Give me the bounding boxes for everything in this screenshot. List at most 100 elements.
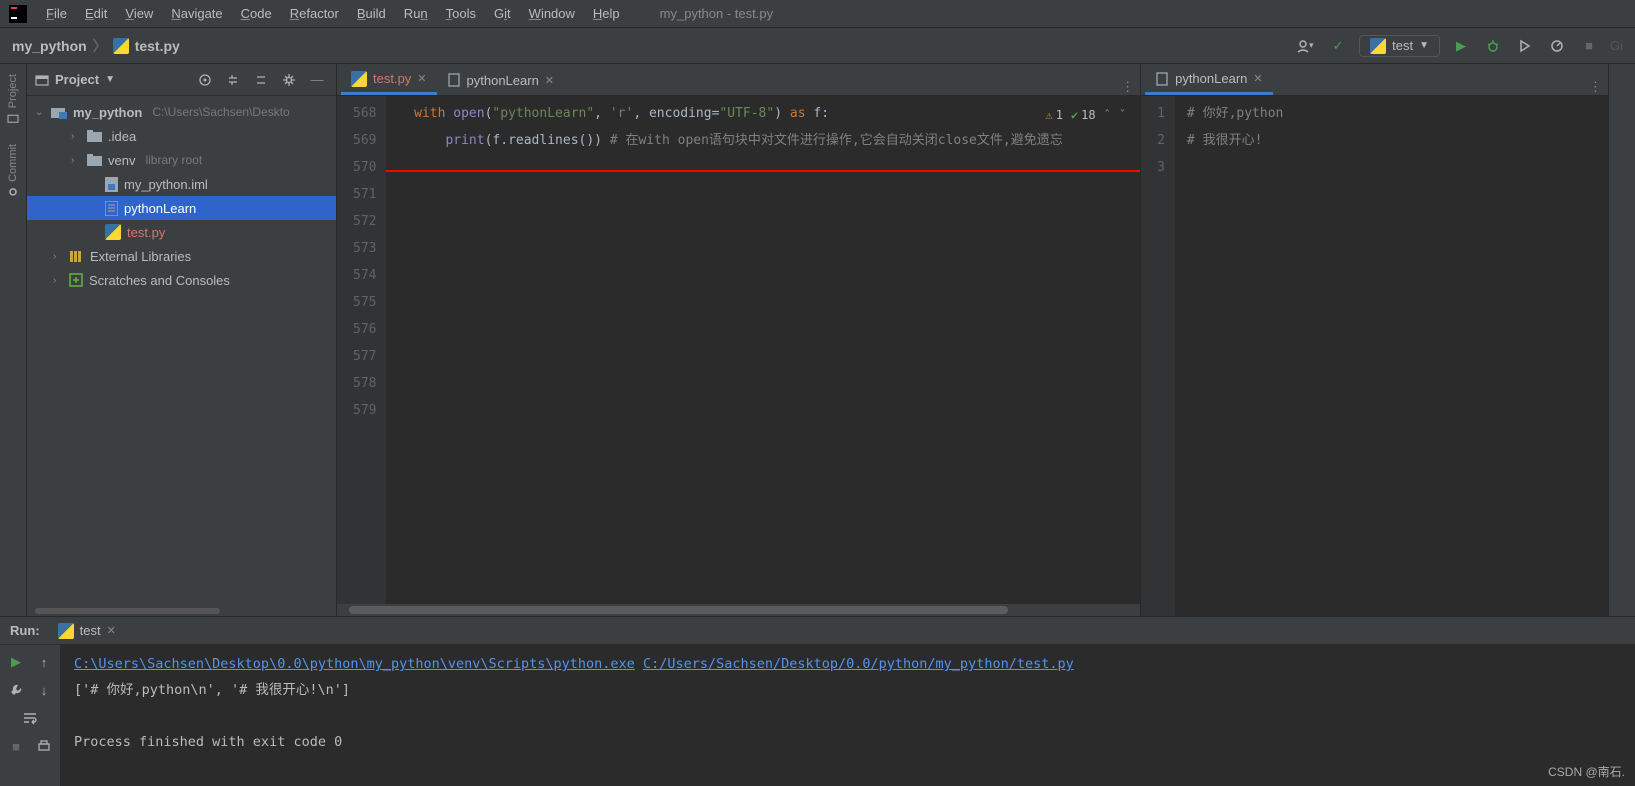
menu-code[interactable]: Code	[233, 2, 280, 25]
navigation-bar: my_python 〉 test.py ▾ ✓ test ▼ ▶ ■ Gi	[0, 28, 1635, 64]
ok-count: 18	[1081, 102, 1095, 129]
code-editor-left[interactable]: with open("pythonLearn", 'r', encoding="…	[386, 96, 1140, 604]
chevron-up-icon[interactable]: ˆ	[1104, 102, 1111, 129]
python-file-icon	[1370, 38, 1386, 54]
hide-panel-icon[interactable]: —	[306, 69, 328, 91]
run-tool-window: Run: test ✕ ▶ ↑ ↓ ■ C:\Users\	[0, 616, 1635, 786]
tree-root[interactable]: ⌄ my_python C:\Users\Sachsen\Deskto	[27, 100, 336, 124]
debug-button[interactable]	[1482, 35, 1504, 57]
code-editor-right[interactable]: # 你好,python # 我很开心!	[1175, 96, 1608, 616]
breadcrumb-file[interactable]: test.py	[135, 38, 180, 54]
user-add-icon[interactable]: ▾	[1295, 35, 1317, 57]
project-icon	[35, 73, 49, 87]
chevron-right-icon: 〉	[93, 36, 107, 56]
console-exit-line: Process finished with exit code 0	[74, 729, 1621, 755]
tree-item[interactable]: ›External Libraries	[27, 244, 336, 268]
chevron-down-icon: ▼	[105, 74, 115, 85]
menu-help[interactable]: Help	[585, 2, 628, 25]
close-icon[interactable]: ✕	[107, 624, 116, 637]
horizontal-scrollbar[interactable]	[337, 604, 1140, 616]
tab-label: test.py	[373, 71, 411, 86]
run-header: Run: test ✕	[0, 617, 1635, 645]
tab-pythonlearn-right[interactable]: pythonLearn ✕	[1145, 65, 1273, 95]
module-folder-icon	[51, 105, 67, 119]
gear-icon[interactable]	[278, 69, 300, 91]
chevron-down-icon[interactable]: ⌄	[35, 107, 47, 118]
vcs-update-icon[interactable]: ✓	[1327, 35, 1349, 57]
warning-icon: ⚠	[1045, 102, 1052, 129]
stop-button[interactable]: ■	[1578, 35, 1600, 57]
tree-item[interactable]: ›venvlibrary root	[27, 148, 336, 172]
close-icon[interactable]: ✕	[545, 74, 554, 87]
run-tab[interactable]: test ✕	[50, 621, 124, 641]
tree-root-label: my_python	[73, 105, 142, 120]
stop-icon[interactable]: ■	[5, 735, 27, 757]
run-label: Run:	[10, 623, 40, 638]
tree-root-path: C:\Users\Sachsen\Deskto	[152, 105, 289, 119]
locate-icon[interactable]	[194, 69, 216, 91]
run-tab-label: test	[80, 623, 101, 638]
horizontal-scrollbar[interactable]	[27, 606, 336, 616]
console-link-interpreter[interactable]: C:\Users\Sachsen\Desktop\0.0\python\my_p…	[74, 656, 635, 672]
menu-git[interactable]: Git	[486, 2, 519, 25]
file-icon	[447, 73, 461, 87]
intellij-icon	[8, 4, 28, 24]
print-icon[interactable]	[33, 735, 55, 757]
rerun-button[interactable]: ▶	[5, 651, 27, 673]
breadcrumb: my_python 〉 test.py	[12, 36, 180, 56]
run-coverage-icon[interactable]	[1514, 35, 1536, 57]
tool-window-bar-right	[1608, 64, 1635, 616]
down-arrow-icon[interactable]: ↓	[33, 679, 55, 701]
close-icon[interactable]: ✕	[1253, 72, 1262, 85]
menu-refactor[interactable]: Refactor	[282, 2, 347, 25]
menu-navigate[interactable]: Navigate	[163, 2, 230, 25]
project-tree[interactable]: ⌄ my_python C:\Users\Sachsen\Deskto ›.id…	[27, 96, 336, 606]
collapse-all-icon[interactable]	[250, 69, 272, 91]
python-file-icon	[113, 38, 129, 54]
project-view-dropdown[interactable]: Project ▼	[35, 72, 115, 87]
menu-window[interactable]: Window	[521, 2, 583, 25]
tree-item[interactable]: my_python.iml	[27, 172, 336, 196]
wrench-icon[interactable]	[5, 679, 27, 701]
chevron-down-icon[interactable]: ˇ	[1119, 102, 1126, 129]
menu-run[interactable]: Run	[396, 2, 436, 25]
editor-right: pythonLearn ✕ ⋮ 123 # 你好,python # 我很开心!	[1141, 64, 1608, 616]
console-output[interactable]: C:\Users\Sachsen\Desktop\0.0\python\my_p…	[60, 645, 1635, 786]
file-icon	[1155, 72, 1169, 86]
run-config-selector[interactable]: test ▼	[1359, 35, 1440, 57]
project-panel-title: Project	[55, 72, 99, 87]
tree-item[interactable]: ›.idea	[27, 124, 336, 148]
python-file-icon	[351, 71, 367, 87]
run-button[interactable]: ▶	[1450, 35, 1472, 57]
tool-window-bar-left: Project Commit	[0, 64, 27, 616]
console-link-script[interactable]: C:/Users/Sachsen/Desktop/0.0/python/my_p…	[643, 656, 1074, 672]
tabs-more-icon[interactable]: ⋮	[1589, 79, 1602, 95]
tree-item[interactable]: ›Scratches and Consoles	[27, 268, 336, 292]
separator: Gi	[1610, 38, 1623, 53]
menu-tools[interactable]: Tools	[438, 2, 484, 25]
run-toolbar: ▶ ↑ ↓ ■	[0, 645, 60, 786]
profiler-icon[interactable]	[1546, 35, 1568, 57]
menu-edit[interactable]: Edit	[77, 2, 115, 25]
sidebar-tab-project[interactable]: Project	[7, 70, 19, 128]
breadcrumb-root[interactable]: my_python	[12, 38, 87, 54]
gutter-left: 568569570571572573574575576577578579	[337, 96, 386, 604]
warn-count: 1	[1056, 102, 1063, 129]
close-icon[interactable]: ✕	[417, 72, 426, 85]
menu-build[interactable]: Build	[349, 2, 394, 25]
project-panel: Project ▼ — ⌄ my_python C:\Users\Sachsen…	[27, 64, 337, 616]
tree-item[interactable]: test.py	[27, 220, 336, 244]
expand-all-icon[interactable]	[222, 69, 244, 91]
tab-pythonlearn[interactable]: pythonLearn ✕	[437, 65, 565, 95]
inspection-widget[interactable]: ⚠1 ✔18 ˆ ˇ	[1041, 100, 1130, 131]
soft-wrap-icon[interactable]	[19, 707, 41, 729]
chevron-down-icon: ▼	[1419, 40, 1429, 51]
menu-file[interactable]: File	[38, 2, 75, 25]
up-arrow-icon[interactable]: ↑	[33, 651, 55, 673]
sidebar-tab-commit[interactable]: Commit	[7, 140, 19, 202]
tree-item[interactable]: pythonLearn	[27, 196, 336, 220]
editor-tabs-left: test.py ✕ pythonLearn ✕ ⋮	[337, 64, 1140, 96]
menu-view[interactable]: View	[117, 2, 161, 25]
tab-test-py[interactable]: test.py ✕	[341, 65, 437, 95]
tabs-more-icon[interactable]: ⋮	[1121, 79, 1134, 95]
